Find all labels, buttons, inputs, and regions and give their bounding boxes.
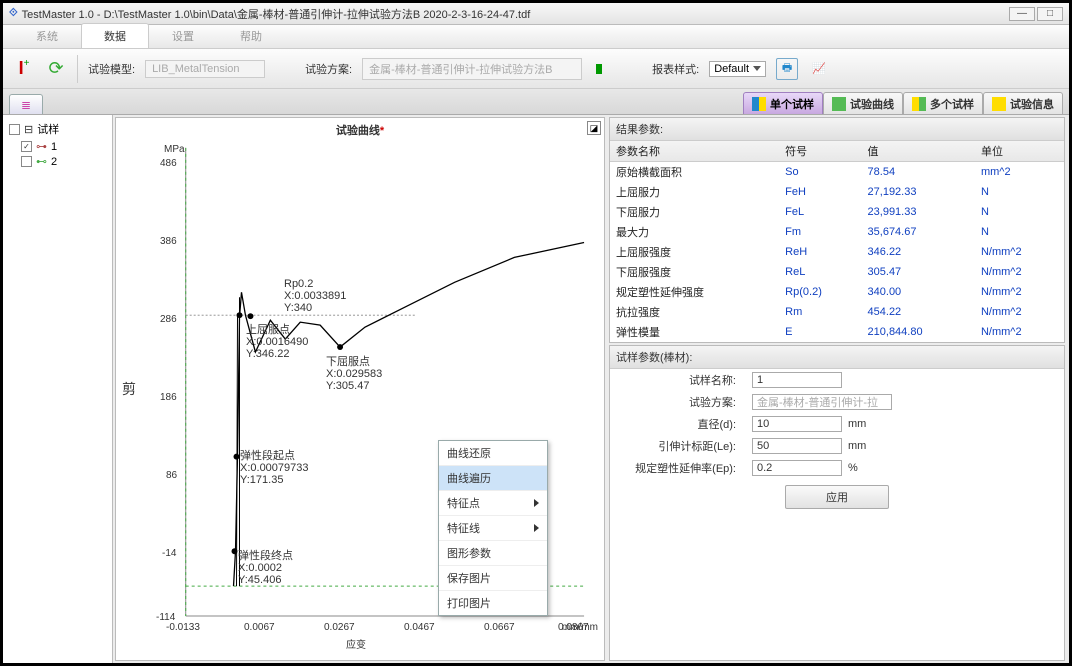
table-row[interactable]: 最大力Fm35,674.67N [610,222,1064,242]
specimen-panel: 试样参数(棒材): 试样名称: 试验方案: 直径(d): mm 引伸计标距(Le… [609,345,1065,661]
tab-test-info[interactable]: 试验信息 [983,92,1063,114]
plan-input [752,394,892,410]
model-label: 试验模型: [88,61,135,77]
chart[interactable]: ◪ 试验曲线* 剪 [115,117,605,661]
swatch-icon [912,97,926,111]
add-sample-icon[interactable]: I+ [13,58,35,80]
dia-input[interactable] [752,416,842,432]
report-select[interactable]: Default [709,61,766,77]
context-menu: 曲线还原 曲线遍历 特征点 特征线 图形参数 保存图片 打印图片 [438,440,548,616]
dia-label: 直径(d): [616,416,746,432]
minimize-button[interactable]: — [1009,7,1035,21]
plan-field: 金属-棒材-普通引伸计-拉伸试验方法B [362,58,582,80]
results-panel: 结果参数: 参数名称 符号 值 单位 原始横截面积So78.54mm^2上屈服力… [609,117,1065,343]
specimen-header: 试样参数(棒材): [610,346,1064,369]
plan-label: 试验方案: [616,394,746,410]
table-row[interactable]: 上屈服强度ReH346.22N/mm^2 [610,242,1064,262]
ctx-print-image[interactable]: 打印图片 [439,591,547,615]
print-icon[interactable]: 🖶 [776,58,798,80]
ctx-graph-params[interactable]: 图形参数 [439,541,547,566]
flag-icon [596,64,602,74]
sample-item-2[interactable]: ⊷ 2 [7,154,108,169]
results-header: 结果参数: [610,118,1064,141]
tab-multi-sample[interactable]: 多个试样 [903,92,983,114]
refresh-icon[interactable]: ⟳ [45,58,67,80]
table-row[interactable]: 弹性模量E210,844.80N/mm^2 [610,322,1064,342]
y-unit: MPa [164,144,185,155]
ctx-feature-line[interactable]: 特征线 [439,516,547,541]
menu-settings[interactable]: 设置 [149,23,217,48]
app-icon: ⟐ [9,7,18,20]
tab-test-curve[interactable]: 试验曲线 [823,92,903,114]
results-table: 参数名称 符号 值 单位 原始横截面积So78.54mm^2上屈服力FeH27,… [610,141,1064,342]
plan-label: 试验方案: [305,61,352,77]
swatch-icon [752,97,766,111]
table-row[interactable]: 下屈服强度ReL305.47N/mm^2 [610,262,1064,282]
le-label: 引伸计标距(Le): [616,438,746,454]
table-row[interactable]: 原始横截面积So78.54mm^2 [610,162,1064,183]
chevron-right-icon [534,499,539,507]
report-value: Default [714,63,749,75]
tree-header: 试样 [37,121,59,137]
sample-item-1[interactable]: ✓ ⊶ 1 [7,139,108,154]
checkbox[interactable]: ✓ [21,141,32,152]
window-title: TestMaster 1.0 - D:\TestMaster 1.0\bin\D… [22,6,531,22]
titlebar: ⟐ TestMaster 1.0 - D:\TestMaster 1.0\bin… [3,3,1069,25]
model-field: LIB_MetalTension [145,60,265,78]
tabbar: ≣ 单个试样 试验曲线 多个试样 试验信息 [3,89,1069,115]
report-label: 报表样式: [652,61,699,77]
table-row[interactable]: 上屈服力FeH27,192.33N [610,182,1064,202]
ctx-save-image[interactable]: 保存图片 [439,566,547,591]
menu-system[interactable]: 系统 [13,23,81,48]
ctx-restore[interactable]: 曲线还原 [439,441,547,466]
le-input[interactable] [752,438,842,454]
table-row[interactable]: 规定塑性延伸强度Rp(0.2)340.00N/mm^2 [610,282,1064,302]
chevron-right-icon [534,524,539,532]
view-tab[interactable]: ≣ [9,94,43,114]
menu-data[interactable]: 数据 [81,23,149,48]
chevron-down-icon [753,66,761,71]
name-input[interactable] [752,372,842,388]
table-row[interactable]: 下屈服力FeL23,991.33N [610,202,1064,222]
chart-icon[interactable]: 📈 [808,58,830,80]
checkbox[interactable] [21,156,32,167]
swatch-icon [832,97,846,111]
apply-button[interactable]: 应用 [785,485,889,509]
tab-single-sample[interactable]: 单个试样 [743,92,823,114]
checkbox[interactable] [9,124,20,135]
menubar: 系统 数据 设置 帮助 [3,25,1069,49]
maximize-button[interactable]: □ [1037,7,1063,21]
ep-input[interactable] [752,460,842,476]
x-label: 应变 [346,636,366,651]
table-row[interactable]: 抗拉强度Rm454.22N/mm^2 [610,302,1064,322]
swatch-icon [992,97,1006,111]
menu-help[interactable]: 帮助 [217,23,285,48]
sample-tree: ⊟ 试样 ✓ ⊶ 1 ⊷ 2 [3,115,113,663]
ctx-feature-point[interactable]: 特征点 [439,491,547,516]
ctx-traverse[interactable]: 曲线遍历 [439,466,547,491]
x-unit: mm/mm [562,622,598,633]
ep-label: 规定塑性延伸率(Ep): [616,460,746,476]
name-label: 试样名称: [616,372,746,388]
toolbar: I+ ⟳ 试验模型: LIB_MetalTension 试验方案: 金属-棒材-… [3,49,1069,89]
